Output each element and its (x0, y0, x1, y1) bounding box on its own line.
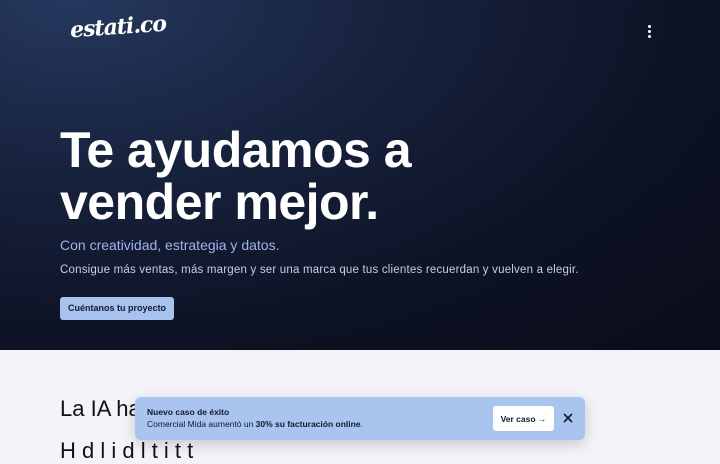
brand-logo[interactable]: estati.co (69, 11, 167, 44)
toast-body-suffix: . (360, 419, 363, 429)
close-icon[interactable] (561, 411, 575, 425)
toast-body-highlight: 30% su facturación online (255, 419, 361, 429)
menu-dot (647, 24, 651, 28)
section-title: La IA ha (60, 396, 141, 421)
menu-dot (647, 34, 651, 38)
hero-headline-line2: vender mejor. (60, 174, 379, 230)
hero-headline-line1: Te ayudamos a (60, 122, 412, 178)
hero-section: estati.co Te ayudamos a vender mejor. Co… (0, 0, 720, 350)
toast-body: Comercial Mida aumentó un 30% su factura… (147, 419, 363, 429)
section-subtitle: H d l i d l t i t t (60, 438, 194, 463)
menu-dot (647, 29, 651, 33)
toast-title: Nuevo caso de éxito (147, 407, 230, 417)
view-case-button[interactable]: Ver caso → (493, 406, 554, 431)
success-case-toast: Nuevo caso de éxito Comercial Mida aumen… (135, 397, 585, 440)
hero-headline: Te ayudamos a vender mejor. (60, 124, 480, 228)
hero-subheadline: Con creatividad, estrategia y datos. (60, 237, 280, 253)
hero-lead-text: Consigue más ventas, más margen y ser un… (60, 264, 579, 276)
close-icon-glyph (563, 413, 573, 423)
more-vertical-icon[interactable] (640, 22, 658, 40)
toast-body-prefix: Comercial Mida aumentó un (147, 419, 256, 429)
contact-project-button[interactable]: Cuéntanos tu proyecto (60, 297, 175, 320)
